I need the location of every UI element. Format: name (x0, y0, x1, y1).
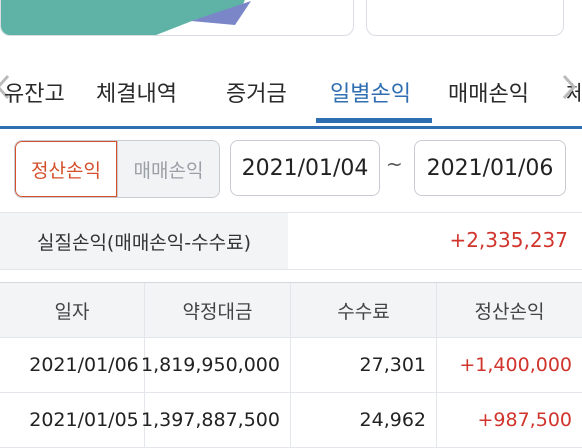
side-card[interactable] (366, 0, 564, 36)
cell-settlement-pnl: +1,400,000 (436, 338, 582, 392)
tab-margin[interactable]: 증거금 (226, 76, 287, 108)
tab-trading-pnl[interactable]: 매매손익 (448, 76, 529, 108)
start-date-field[interactable]: 2021/01/04 (230, 140, 380, 196)
pnl-type-segment: 정산손익 매매손익 (14, 140, 220, 198)
net-pnl-summary: 실질손익(매매손익-수수료) +2,335,237 (0, 212, 582, 270)
promo-banner-card[interactable] (0, 0, 354, 36)
trading-pnl-button[interactable]: 매매손익 (117, 141, 219, 197)
net-pnl-value: +2,335,237 (449, 228, 568, 252)
cell-settlement-pnl: +987,500 (436, 393, 582, 447)
chevron-right-icon[interactable] (560, 72, 578, 102)
cell-date: 2021/01/06 (29, 354, 139, 376)
cell-fee: 24,962 (290, 393, 436, 447)
cell-fee: 27,301 (290, 338, 436, 392)
active-tab-indicator (316, 118, 432, 123)
header-fee: 수수료 (290, 283, 436, 337)
date-range-separator: ~ (386, 152, 403, 176)
header-contract-amount: 약정대금 (144, 283, 290, 337)
header-date: 일자 (54, 300, 90, 323)
table-header-row: 일자 약정대금 수수료 정산손익 (0, 282, 582, 338)
tab-daily-pnl[interactable]: 일별손익 (330, 76, 411, 108)
net-pnl-label: 실질손익(매매손익-수수료) (0, 213, 288, 269)
cell-contract-amount: 1,819,950,000 (141, 338, 290, 392)
cell-date: 2021/01/05 (29, 409, 139, 431)
tab-balance[interactable]: 유잔고 (4, 76, 65, 108)
table-row[interactable]: 2021/01/06 1,819,950,000 27,301 +1,400,0… (0, 338, 582, 393)
banner-graphic (1, 0, 251, 35)
header-settlement-pnl: 정산손익 (436, 283, 582, 337)
tab-bar: 유잔고 체결내역 증거금 일별손익 매매손익 체 (0, 54, 582, 129)
settlement-pnl-button[interactable]: 정산손익 (15, 141, 117, 197)
cell-contract-amount: 1,397,887,500 (141, 393, 290, 447)
daily-pnl-table: 일자 약정대금 수수료 정산손익 2021/01/06 1,819,950,00… (0, 282, 582, 448)
end-date-field[interactable]: 2021/01/06 (414, 140, 566, 196)
tab-execution-history[interactable]: 체결내역 (96, 76, 177, 108)
